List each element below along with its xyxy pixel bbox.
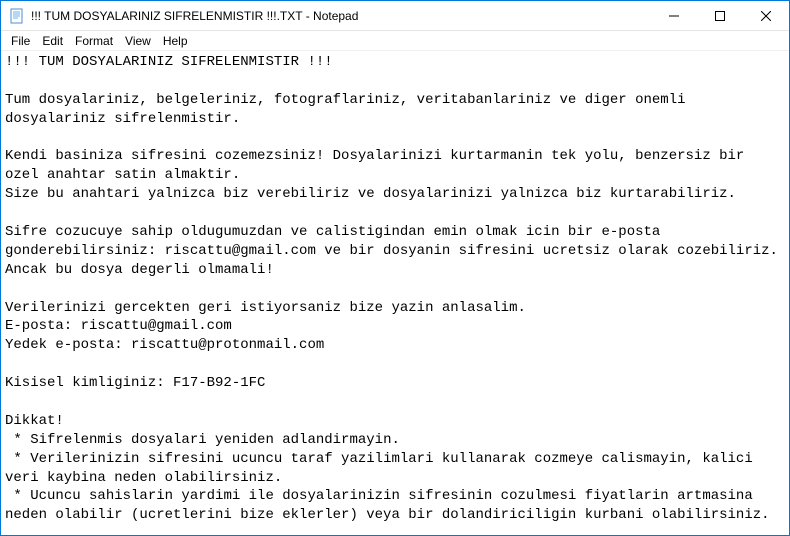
minimize-button[interactable] <box>651 1 697 30</box>
menu-edit[interactable]: Edit <box>36 33 69 49</box>
close-button[interactable] <box>743 1 789 30</box>
text-area[interactable]: !!! TUM DOSYALARINIZ SIFRELENMISTIR !!! … <box>1 51 789 535</box>
menu-help[interactable]: Help <box>157 33 194 49</box>
menubar: File Edit Format View Help <box>1 31 789 51</box>
menu-format[interactable]: Format <box>69 33 119 49</box>
titlebar: !!! TUM DOSYALARINIZ SIFRELENMISTIR !!!.… <box>1 1 789 31</box>
window-controls <box>651 1 789 30</box>
notepad-window: !!! TUM DOSYALARINIZ SIFRELENMISTIR !!!.… <box>0 0 790 536</box>
menu-file[interactable]: File <box>5 33 36 49</box>
menu-view[interactable]: View <box>119 33 157 49</box>
window-title: !!! TUM DOSYALARINIZ SIFRELENMISTIR !!!.… <box>31 9 651 23</box>
notepad-icon <box>9 8 25 24</box>
maximize-button[interactable] <box>697 1 743 30</box>
